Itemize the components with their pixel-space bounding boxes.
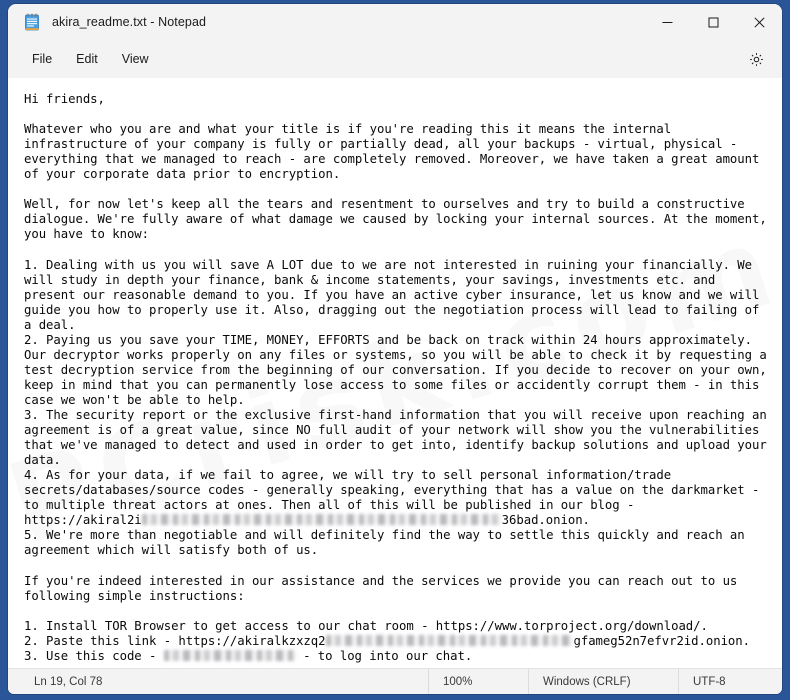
blog-url-prefix: https://akiral2i [24, 513, 142, 528]
redacted-chat-url [325, 634, 574, 646]
window-title: akira_readme.txt - Notepad [52, 15, 207, 29]
chat-code-prefix: 3. Use this code - [24, 648, 164, 663]
redacted-chat-code [163, 649, 296, 661]
text-content[interactable]: Hi friends, Whatever who you are and wha… [8, 78, 782, 668]
status-encoding[interactable]: UTF-8 [678, 668, 740, 694]
status-line-ending[interactable]: Windows (CRLF) [528, 668, 678, 694]
status-zoom-level[interactable]: 100% [428, 668, 528, 694]
menu-item-edit[interactable]: Edit [64, 47, 110, 71]
notepad-window: akira_readme.txt - Notepad File Edit Vie… [8, 4, 782, 694]
text-line-greeting: Hi friends, [24, 92, 105, 106]
menu-item-view[interactable]: View [110, 47, 161, 71]
chat-code-suffix: - to log into our chat. [295, 648, 473, 663]
text-item-5: 5. We're more than negotiable and will d… [24, 528, 752, 558]
maximize-button[interactable] [690, 4, 736, 40]
menu-bar: File Edit View [8, 40, 782, 78]
blog-url-suffix: 36bad.onion. [501, 513, 590, 528]
chat-url-prefix: 2. Paste this link - https://akiralkzxzq… [24, 633, 326, 648]
text-paragraph-dialogue: Well, for now let's keep all the tears a… [24, 197, 775, 242]
text-paragraph-intro: Whatever who you are and what your title… [24, 122, 767, 182]
notepad-icon [24, 13, 40, 31]
window-controls [644, 4, 782, 40]
status-cursor-position: Ln 19, Col 78 [34, 675, 103, 688]
menu-item-file[interactable]: File [20, 47, 64, 71]
text-paragraph-instructions: If you're indeed interested in our assis… [24, 573, 745, 603]
close-button[interactable] [736, 4, 782, 40]
text-item-1: 1. Dealing with us you will save A LOT d… [24, 257, 767, 332]
minimize-button[interactable] [644, 4, 690, 40]
text-item-2: 2. Paying us you save your TIME, MONEY, … [24, 332, 775, 407]
text-item-3: 3. The security report or the exclusive … [24, 407, 775, 468]
chat-url-suffix: gfameg52n7efvr2id.onion. [573, 633, 751, 648]
text-step-1: 1. Install TOR Browser to get access to … [24, 618, 708, 633]
gear-icon[interactable] [742, 45, 770, 73]
text-editor-area[interactable]: PCrisk.com Hi friends, Whatever who you … [8, 78, 782, 668]
text-item-4: 4. As for your data, if we fail to agree… [24, 468, 767, 513]
status-bar: Ln 19, Col 78 100% Windows (CRLF) UTF-8 [8, 668, 782, 694]
redacted-blog-url [141, 514, 502, 526]
title-bar: akira_readme.txt - Notepad [8, 4, 782, 40]
